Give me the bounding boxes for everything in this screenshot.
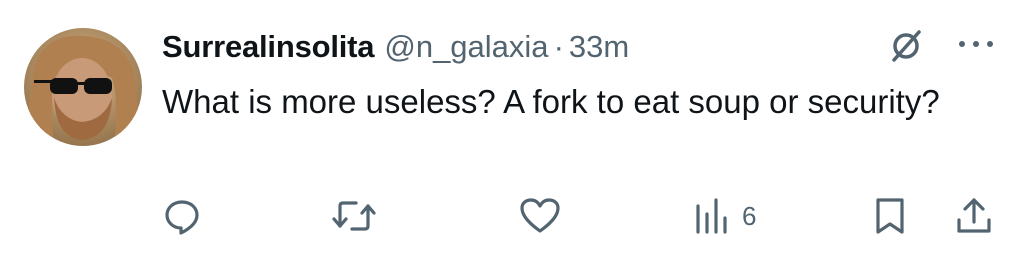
like-button[interactable] <box>518 196 562 236</box>
views-button[interactable]: 6 <box>692 196 756 236</box>
share-button[interactable] <box>954 196 994 236</box>
separator-dot: · <box>553 29 564 64</box>
bookmark-icon <box>876 198 904 234</box>
tweet-header: Surrealinsolita @n_galaxia · 33m <box>162 24 629 70</box>
reply-button[interactable] <box>162 196 202 236</box>
views-count: 6 <box>742 200 757 231</box>
avatar[interactable] <box>24 28 142 146</box>
tweet-text: What is more useless? A fork to eat soup… <box>162 83 940 120</box>
timestamp[interactable]: 33m <box>569 29 629 65</box>
retweet-button[interactable] <box>330 196 378 236</box>
more-icon[interactable] <box>956 34 996 54</box>
heart-icon <box>520 198 560 233</box>
grok-icon[interactable] <box>886 26 926 66</box>
display-name[interactable]: Surrealinsolita <box>162 29 375 65</box>
reply-icon <box>165 200 199 235</box>
retweet-icon <box>332 201 376 231</box>
share-icon <box>957 198 991 233</box>
user-handle[interactable]: @n_galaxia <box>384 29 548 65</box>
views-icon <box>696 198 727 234</box>
bookmark-button[interactable] <box>872 196 908 236</box>
